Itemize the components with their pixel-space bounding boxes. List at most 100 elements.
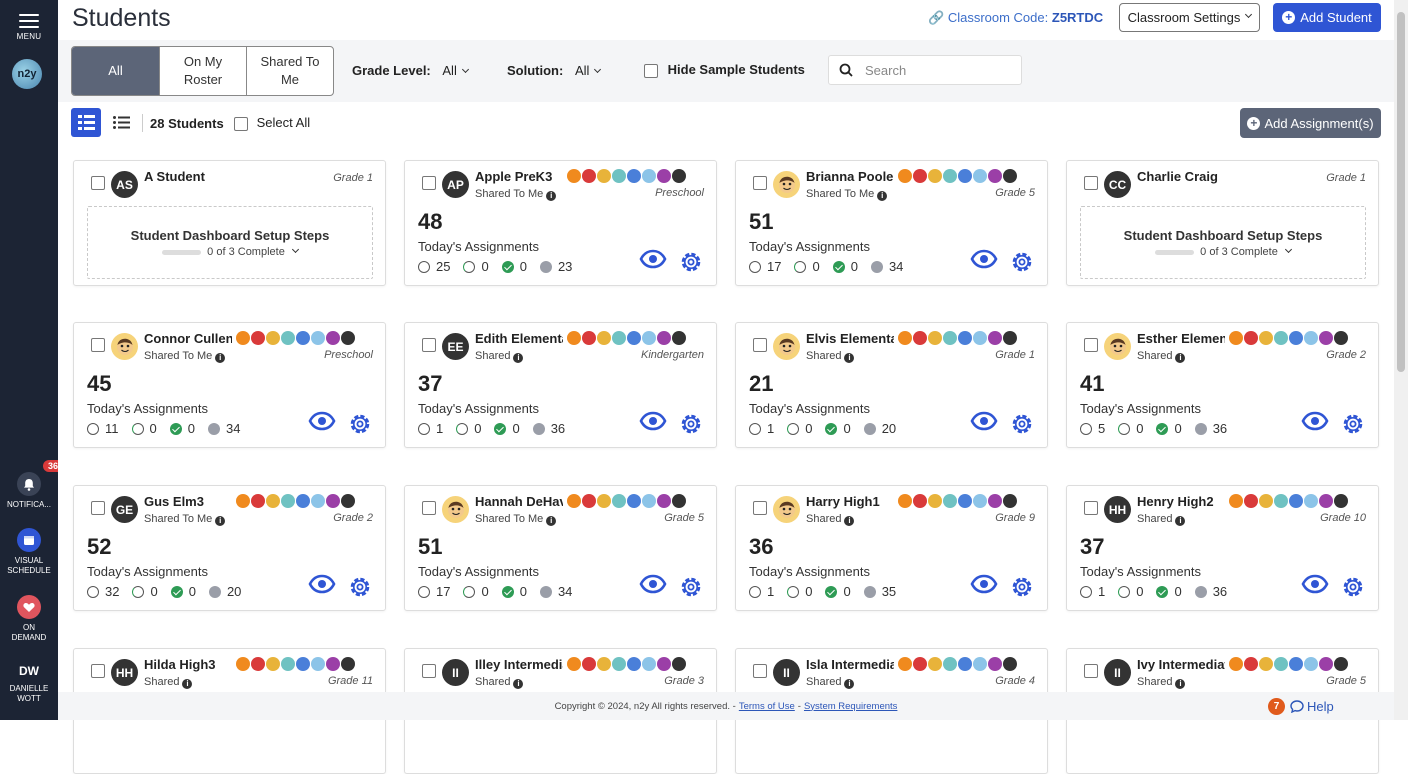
- student-select-checkbox[interactable]: [422, 338, 436, 352]
- student-settings-button[interactable]: [347, 411, 373, 442]
- view-dashboard-button[interactable]: [639, 574, 667, 599]
- menu-button[interactable]: MENU: [0, 10, 58, 41]
- info-icon[interactable]: i: [844, 352, 855, 363]
- student-card[interactable]: Hannah DeHave Shared To Mei Grade 5 51 Today…: [404, 485, 717, 611]
- student-select-checkbox[interactable]: [422, 501, 436, 515]
- student-settings-button[interactable]: [347, 574, 373, 605]
- setup-steps-panel[interactable]: Student Dashboard Setup Steps 0 of 3 Comp…: [1080, 206, 1366, 279]
- student-settings-button[interactable]: [1340, 411, 1366, 442]
- student-card[interactable]: AS A Student Grade 1 Student Dashboard Setu…: [73, 160, 386, 286]
- student-settings-button[interactable]: [1009, 574, 1035, 605]
- segment-all[interactable]: All: [72, 47, 159, 95]
- student-card[interactable]: Brianna Poole Shared To Me i Grade 5 51 Today…: [735, 160, 1048, 286]
- n2y-logo[interactable]: n2y: [12, 59, 42, 89]
- terms-of-use-link[interactable]: Terms of Use: [739, 701, 795, 712]
- student-name[interactable]: Henry High2: [1137, 494, 1225, 509]
- info-icon[interactable]: i: [546, 515, 557, 526]
- student-select-checkbox[interactable]: [422, 176, 436, 190]
- scrollbar-thumb[interactable]: [1397, 12, 1405, 372]
- hide-sample-checkbox[interactable]: [644, 63, 658, 78]
- visual-schedule-button[interactable]: VISUAL SCHEDULE: [0, 528, 58, 576]
- grid-view-button[interactable]: [71, 108, 101, 137]
- solution-filter[interactable]: Solution: All: [507, 63, 602, 78]
- view-dashboard-button[interactable]: [308, 574, 336, 599]
- student-card[interactable]: Elvis Elementary Sharedi Grade 1 21 Today's …: [735, 322, 1048, 448]
- student-card[interactable]: AP Apple PreK3 Shared To Me i Preschool 48 Tod…: [404, 160, 717, 286]
- student-card[interactable]: HH Henry High2 Shared i Grade 10 37 Today's As…: [1066, 485, 1379, 611]
- student-settings-button[interactable]: [678, 411, 704, 442]
- student-card[interactable]: Connor Cullen Shared To Me i Preschool 45 Tod…: [73, 322, 386, 448]
- setup-steps-panel[interactable]: Student Dashboard Setup Steps 0 of 3 Comp…: [87, 206, 373, 279]
- select-all[interactable]: Select All: [234, 115, 310, 131]
- student-name[interactable]: A Student: [144, 169, 232, 184]
- help-button[interactable]: Help: [1290, 699, 1334, 714]
- info-icon[interactable]: i: [513, 352, 524, 363]
- info-icon[interactable]: i: [1175, 515, 1186, 526]
- student-name[interactable]: Connor Cullen: [144, 331, 232, 346]
- student-name[interactable]: Isla Intermediate: [806, 657, 894, 672]
- add-assignments-button[interactable]: + Add Assignment(s): [1240, 108, 1381, 138]
- info-icon[interactable]: i: [215, 352, 226, 363]
- student-name[interactable]: Elvis Elementary: [806, 331, 894, 346]
- student-settings-button[interactable]: [678, 574, 704, 605]
- grade-level-filter[interactable]: Grade Level: All: [352, 63, 469, 78]
- list-view-button[interactable]: [106, 108, 136, 137]
- student-select-checkbox[interactable]: [422, 664, 436, 678]
- student-select-checkbox[interactable]: [753, 176, 767, 190]
- info-icon[interactable]: i: [546, 190, 557, 201]
- info-icon[interactable]: i: [844, 678, 855, 689]
- student-select-checkbox[interactable]: [91, 338, 105, 352]
- view-dashboard-button[interactable]: [970, 249, 998, 274]
- student-select-checkbox[interactable]: [91, 664, 105, 678]
- student-card[interactable]: EE Edith Elementar Sharedi Kindergarten 37 To…: [404, 322, 717, 448]
- student-settings-button[interactable]: [1009, 411, 1035, 442]
- student-name[interactable]: Apple PreK3: [475, 169, 563, 184]
- student-select-checkbox[interactable]: [91, 176, 105, 190]
- student-select-checkbox[interactable]: [1084, 338, 1098, 352]
- user-profile-button[interactable]: DW DANIELLE WOTT: [0, 662, 58, 704]
- view-dashboard-button[interactable]: [639, 249, 667, 274]
- student-name[interactable]: Harry High1: [806, 494, 894, 509]
- student-settings-button[interactable]: [1009, 249, 1035, 280]
- student-name[interactable]: Charlie Craig: [1137, 169, 1225, 184]
- info-icon[interactable]: i: [513, 678, 524, 689]
- student-select-checkbox[interactable]: [1084, 501, 1098, 515]
- info-icon[interactable]: i: [844, 515, 855, 526]
- student-select-checkbox[interactable]: [753, 664, 767, 678]
- scrollbar[interactable]: [1394, 0, 1408, 720]
- system-requirements-link[interactable]: System Requirements: [804, 701, 897, 712]
- hide-sample-students-toggle[interactable]: Hide Sample Students: [644, 62, 805, 78]
- info-icon[interactable]: i: [215, 515, 226, 526]
- student-name[interactable]: Illey Intermediat: [475, 657, 563, 672]
- view-dashboard-button[interactable]: [1301, 411, 1329, 436]
- student-settings-button[interactable]: [1340, 574, 1366, 605]
- info-icon[interactable]: i: [182, 678, 193, 689]
- student-select-checkbox[interactable]: [91, 501, 105, 515]
- classroom-settings-button[interactable]: Classroom Settings: [1119, 3, 1260, 32]
- student-card[interactable]: Harry High1 Shared i Grade 9 36 Today's Assig…: [735, 485, 1048, 611]
- search-input[interactable]: Search: [828, 55, 1022, 85]
- view-dashboard-button[interactable]: [970, 574, 998, 599]
- classroom-code[interactable]: 🔗 Classroom Code: Z5RTDC: [928, 10, 1103, 26]
- student-name[interactable]: Hannah DeHave: [475, 494, 563, 509]
- segment-on-my-roster[interactable]: On My Roster: [159, 47, 246, 95]
- view-dashboard-button[interactable]: [308, 411, 336, 436]
- on-demand-button[interactable]: ON DEMAND: [0, 595, 58, 643]
- student-card[interactable]: Esther Elementa Sharedi Grade 2 41 Today's A…: [1066, 322, 1379, 448]
- student-select-checkbox[interactable]: [753, 501, 767, 515]
- add-student-button[interactable]: + Add Student: [1273, 3, 1381, 32]
- view-dashboard-button[interactable]: [639, 411, 667, 436]
- select-all-checkbox[interactable]: [234, 116, 248, 131]
- info-icon[interactable]: i: [1175, 352, 1186, 363]
- student-name[interactable]: Hilda High3: [144, 657, 232, 672]
- view-dashboard-button[interactable]: [970, 411, 998, 436]
- student-settings-button[interactable]: [678, 249, 704, 280]
- info-icon[interactable]: i: [1175, 678, 1186, 689]
- student-select-checkbox[interactable]: [1084, 664, 1098, 678]
- student-name[interactable]: Ivy Intermediate: [1137, 657, 1225, 672]
- student-name[interactable]: Gus Elm3: [144, 494, 232, 509]
- info-icon[interactable]: i: [877, 190, 888, 201]
- student-select-checkbox[interactable]: [753, 338, 767, 352]
- student-card[interactable]: GE Gus Elm3 Shared To Me i Grade 2 52 Today's …: [73, 485, 386, 611]
- view-dashboard-button[interactable]: [1301, 574, 1329, 599]
